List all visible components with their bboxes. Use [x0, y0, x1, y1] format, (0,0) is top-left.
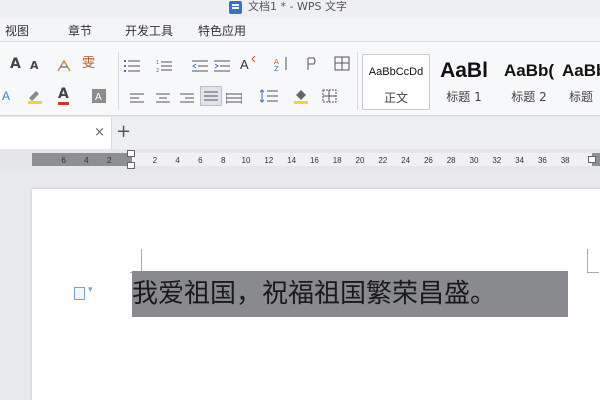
- margin-corner-right: [587, 249, 599, 273]
- ruler-tick-label: 38: [561, 156, 570, 165]
- group-separator: [118, 52, 119, 110]
- ruler-tick-label: 8: [221, 156, 226, 165]
- margin-corner-left: [130, 249, 142, 273]
- group-separator: [357, 52, 358, 110]
- highlight-icon[interactable]: [26, 88, 42, 104]
- ruler-tick-label: 6: [198, 156, 203, 165]
- style-sample: AaBb: [562, 61, 600, 80]
- style-name: 标题: [568, 90, 593, 104]
- right-indent-marker[interactable]: [588, 156, 596, 163]
- text-direction-icon[interactable]: A: [240, 55, 256, 72]
- justify-icon[interactable]: [200, 86, 222, 106]
- shrink-font-button[interactable]: A: [30, 56, 39, 76]
- ruler-tick-label: 14: [287, 156, 296, 165]
- ruler-tick-label: 36: [538, 156, 547, 165]
- sort-icon[interactable]: AZ: [274, 56, 290, 73]
- style-name: 标题 1: [446, 90, 482, 104]
- menu-chapter[interactable]: 章节: [68, 22, 92, 39]
- ruler-tick-label: 24: [401, 156, 410, 165]
- ruler-tick-label: 2: [153, 156, 158, 165]
- menu-special-apps[interactable]: 特色应用: [198, 22, 246, 39]
- shading-color-icon[interactable]: [292, 86, 308, 104]
- document-canvas: ▾ 我爱祖国，祝福祖国繁荣昌盛。: [0, 171, 600, 400]
- menu-bar: 视图 章节 开发工具 特色应用: [0, 18, 600, 42]
- menu-developer-tools[interactable]: 开发工具: [125, 22, 173, 39]
- svg-text:Z: Z: [274, 65, 279, 72]
- align-center-icon[interactable]: [156, 90, 172, 104]
- ruler-tick-label: 4: [175, 156, 180, 165]
- left-indent-marker[interactable]: [127, 162, 135, 169]
- ruler-tick-label: 34: [515, 156, 524, 165]
- close-tab-icon[interactable]: ×: [94, 125, 105, 140]
- style-heading-1[interactable]: AaBl 标题 1: [432, 54, 496, 110]
- style-gallery: AaBbCcDd 正文 AaBl 标题 1 AaBb( 标题 2 AaBb 标题: [362, 54, 600, 112]
- borders-icon[interactable]: [322, 88, 338, 103]
- show-marks-icon[interactable]: [304, 56, 320, 70]
- wps-doc-icon: [229, 1, 242, 14]
- document-tab[interactable]: ×: [0, 117, 112, 149]
- ruler-ticks: 6 4 2 2 4 6 8 10 12 14 16 18 20 22 24 26 28 30 32 34 36 38: [61, 156, 570, 165]
- ruler-tick-label: 2: [107, 156, 112, 165]
- svg-text:A: A: [240, 57, 249, 72]
- clear-format-icon[interactable]: [56, 58, 72, 72]
- ruler-tick-label: 10: [242, 156, 251, 165]
- style-sample: AaBbCcDd: [368, 66, 424, 78]
- table-borders-icon[interactable]: [334, 56, 350, 71]
- document-tab-bar: × +: [0, 117, 600, 149]
- ruler-tick-label: 30: [470, 156, 479, 165]
- horizontal-ruler[interactable]: 6 4 2 2 4 6 8 10 12 14 16 18 20 22 24 26 28 30 32 34 36 38: [32, 150, 600, 169]
- style-normal[interactable]: AaBbCcDd 正文: [362, 54, 430, 110]
- ruler-tick-label: 16: [310, 156, 319, 165]
- increase-indent-icon[interactable]: [214, 58, 230, 72]
- style-name: 正文: [383, 91, 408, 105]
- svg-text:A: A: [95, 92, 102, 103]
- ruler-tick-label: 22: [378, 156, 387, 165]
- paragraph-icon[interactable]: [74, 287, 85, 300]
- menu-view[interactable]: 视图: [5, 22, 29, 39]
- numbered-list-icon[interactable]: 12: [156, 58, 172, 74]
- ruler-tick-label: 18: [333, 156, 342, 165]
- svg-text:1: 1: [156, 60, 159, 66]
- font-color-button[interactable]: A: [58, 86, 69, 105]
- document-page[interactable]: ▾ 我爱祖国，祝福祖国繁荣昌盛。: [32, 189, 600, 400]
- chevron-down-icon[interactable]: ▾: [88, 285, 93, 295]
- ruler-tick-label: 32: [492, 156, 501, 165]
- window-title: 文档1 * - WPS 文字: [248, 0, 347, 13]
- phonetic-guide-button[interactable]: 雯: [82, 54, 95, 74]
- svg-text:2: 2: [156, 68, 159, 73]
- style-sample: AaBl: [440, 59, 488, 82]
- style-heading[interactable]: AaBb 标题: [562, 54, 600, 110]
- style-sample: AaBb(: [503, 61, 555, 80]
- grow-font-button[interactable]: A: [10, 54, 21, 74]
- ruler-tick-label: 20: [356, 156, 365, 165]
- ruler-area: 6 4 2 2 4 6 8 10 12 14 16 18 20 22 24 26 28 30 32 34 36 38: [0, 149, 600, 171]
- text-effect-icon[interactable]: A: [2, 88, 18, 103]
- ruler-tick-label: 4: [84, 156, 89, 165]
- title-bar: 文档1 * - WPS 文字: [0, 0, 600, 18]
- distributed-icon[interactable]: [225, 90, 243, 104]
- ruler-tick-label: 12: [264, 156, 273, 165]
- align-left-icon[interactable]: [130, 90, 146, 104]
- ruler-tick-label: 6: [61, 156, 66, 165]
- align-right-icon[interactable]: [180, 90, 196, 104]
- character-shading-icon[interactable]: A: [92, 88, 108, 103]
- svg-text:A: A: [2, 89, 10, 103]
- document-text[interactable]: 我爱祖国，祝福祖国繁荣昌盛。: [132, 277, 496, 311]
- style-name: 标题 2: [511, 90, 547, 104]
- ruler-tick-label: 28: [447, 156, 456, 165]
- style-heading-2[interactable]: AaBb( 标题 2: [498, 54, 560, 110]
- ruler-tick-label: 26: [424, 156, 433, 165]
- line-spacing-icon[interactable]: [259, 88, 278, 103]
- decrease-indent-icon[interactable]: [192, 58, 208, 72]
- new-tab-icon[interactable]: +: [116, 121, 131, 143]
- bullet-list-icon[interactable]: [124, 58, 140, 72]
- ribbon-toolbar: A A 雯 12 A AZ A A A AaBbCcDd 正文 AaBl 标题 …: [0, 42, 600, 116]
- first-line-indent-marker[interactable]: [127, 150, 135, 157]
